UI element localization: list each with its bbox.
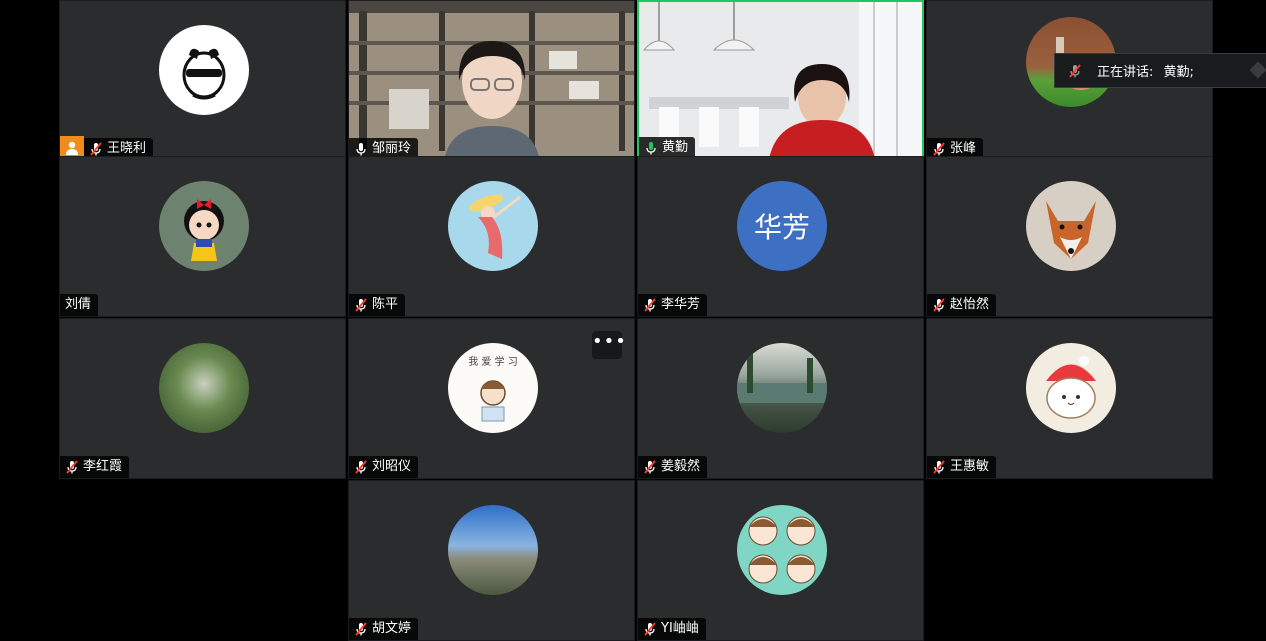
mic-muted-icon: [933, 142, 945, 156]
participant-nameplate: 王惠敏: [927, 456, 997, 478]
avatar-initials: 华芳: [753, 211, 810, 244]
mic-muted-icon: [933, 460, 945, 474]
speaking-name: 黄勤;: [1163, 65, 1194, 80]
participant-name: 胡文婷: [372, 621, 412, 636]
mic-muted-icon: [355, 298, 367, 312]
participant-nameplate: 赵怡然: [927, 294, 997, 316]
mic-muted-icon: [66, 460, 78, 474]
speaking-label: 正在讲话:: [1097, 65, 1154, 80]
participant-tile-zouliling[interactable]: 邹丽玲: [348, 0, 635, 161]
mic-muted-icon: [644, 298, 656, 312]
participant-tile-jiangyiran[interactable]: 姜毅然: [637, 318, 924, 479]
participant-tile-wanghuimin[interactable]: 王惠敏: [926, 318, 1213, 479]
participant-tile-zhaoyiran[interactable]: 赵怡然: [926, 156, 1213, 317]
participant-tile-chenping[interactable]: 陈平: [348, 156, 635, 317]
participant-nameplate: YI岫岫: [638, 618, 706, 640]
waterside-photo-avatar: [737, 343, 827, 433]
bamboo-forest-avatar: [159, 343, 249, 433]
mic-muted-icon: [355, 460, 367, 474]
city-view-avatar: [448, 505, 538, 595]
mic-muted-icon: [933, 298, 945, 312]
participant-tile-liuzhaoyi[interactable]: 我 爱 学 习 ••• 刘昭仪: [348, 318, 635, 479]
initials-avatar: 华芳: [737, 181, 827, 271]
participant-nameplate: 刘倩: [60, 294, 99, 316]
mic-muted-icon: [1069, 63, 1081, 78]
participant-nameplate: 刘昭仪: [349, 456, 419, 478]
bunny-cartoon-avatar: [1026, 343, 1116, 433]
participant-nameplate: 胡文婷: [349, 618, 419, 640]
participant-nameplate: 李红霞: [60, 456, 130, 478]
participant-name: 李红霞: [83, 459, 123, 474]
mic-on-icon: [356, 143, 366, 156]
participant-name: 陈平: [372, 297, 399, 312]
more-options-button[interactable]: •••: [592, 331, 626, 359]
participant-name: 赵怡然: [950, 297, 990, 312]
mic-muted-icon: [644, 460, 656, 474]
active-speaker-indicator: 正在讲话: 黄勤;: [1054, 53, 1266, 88]
fox-avatar: [1026, 181, 1116, 271]
study-cartoon-avatar: 我 爱 学 习: [448, 343, 538, 433]
participant-name: 王惠敏: [950, 459, 990, 474]
video-feed: [349, 1, 634, 160]
person-icon: [66, 141, 78, 155]
participant-name: 李华芳: [661, 297, 701, 312]
mic-muted-icon: [90, 142, 102, 156]
mic-active-icon: [646, 142, 656, 155]
video-feed: [639, 2, 922, 159]
participant-tile-liuqian[interactable]: 刘倩: [59, 156, 346, 317]
participant-nameplate: 李华芳: [638, 294, 708, 316]
collapse-arrow-icon[interactable]: [1249, 61, 1266, 79]
participant-tile-huwenting[interactable]: 胡文婷: [348, 480, 635, 641]
participant-tile-lihongxia[interactable]: 李红霞: [59, 318, 346, 479]
participant-tile-huangqin[interactable]: 黄勤: [637, 0, 924, 161]
participant-name: 刘倩: [65, 297, 92, 312]
participant-name: YI岫岫: [661, 621, 699, 636]
panda-avatar: [159, 25, 249, 115]
cartoon-kids-avatar: [737, 505, 827, 595]
mic-muted-icon: [644, 622, 656, 636]
participant-tile-yixiuxiu[interactable]: YI岫岫: [637, 480, 924, 641]
participant-name: 刘昭仪: [372, 459, 412, 474]
cartoon-girl-avatar: [159, 181, 249, 271]
participant-tile-wangxiaoli[interactable]: 王晓利: [59, 0, 346, 161]
mic-muted-icon: [355, 622, 367, 636]
participant-name: 姜毅然: [661, 459, 701, 474]
participant-nameplate: 姜毅然: [638, 456, 708, 478]
participant-nameplate: 陈平: [349, 294, 406, 316]
participant-tile-lihuafang[interactable]: 华芳 李华芳: [637, 156, 924, 317]
girl-illustration-avatar: [448, 181, 538, 271]
